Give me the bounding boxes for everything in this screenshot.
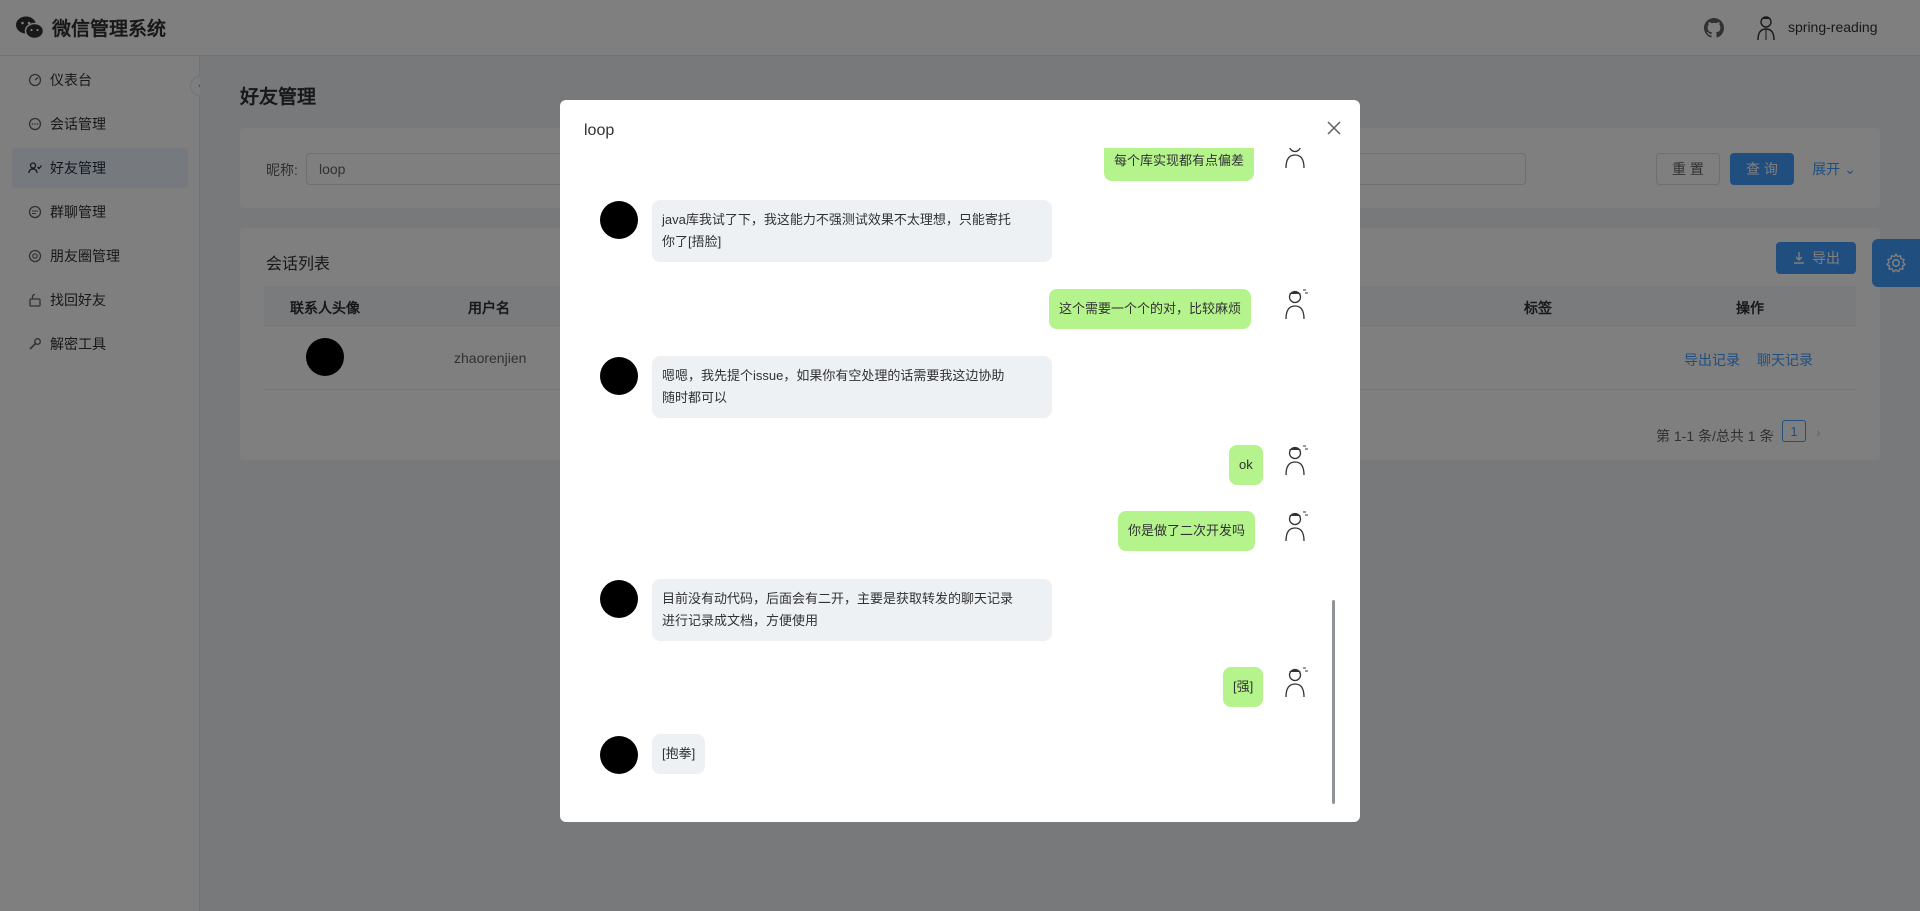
- contact-avatar: [600, 580, 638, 618]
- chat-dialog: loop 每个库实现都有点偏差 java库我试了下，我这能力不强测试效果不太理想…: [560, 100, 1360, 822]
- message-line: java库我试了下，我这能力不强测试效果不太理想，只能寄托: [662, 212, 1011, 227]
- contact-avatar: [600, 201, 638, 239]
- message-line: 随时都可以: [662, 390, 728, 405]
- contact-avatar: [600, 736, 638, 774]
- close-icon[interactable]: [1324, 118, 1344, 138]
- message-bubble-self: 你是做了二次开发吗: [1118, 511, 1256, 551]
- message-line: 进行记录成文档，方便使用: [662, 613, 819, 628]
- message-bubble-contact: 嗯嗯，我先提个issue，如果你有空处理的话需要我这边协助 随时都可以: [652, 356, 1052, 418]
- message-bubble-self: [强]: [1223, 667, 1264, 707]
- chat-history[interactable]: 每个库实现都有点偏差 java库我试了下，我这能力不强测试效果不太理想，只能寄托…: [560, 148, 1360, 808]
- self-avatar: [1285, 445, 1308, 476]
- self-avatar: [1285, 511, 1308, 542]
- chat-scrollbar[interactable]: [1332, 600, 1335, 804]
- contact-avatar: [600, 357, 638, 395]
- self-avatar: [1285, 148, 1305, 169]
- message-bubble-contact: [抱拳]: [652, 734, 706, 774]
- message-bubble-contact: java库我试了下，我这能力不强测试效果不太理想，只能寄托 你了[捂脸]: [652, 200, 1052, 262]
- message-line: [抱拳]: [662, 746, 696, 761]
- message-bubble-self: ok: [1229, 445, 1263, 485]
- dialog-title: loop: [584, 122, 615, 139]
- message-bubble-self: 这个需要一个个的对，比较麻烦: [1049, 289, 1252, 329]
- message-line: 嗯嗯，我先提个issue，如果你有空处理的话需要我这边协助: [662, 368, 1005, 383]
- message-line: 你了[捂脸]: [662, 234, 722, 249]
- self-avatar: [1285, 667, 1308, 698]
- message-bubble-contact: 目前没有动代码，后面会有二开，主要是获取转发的聊天记录 进行记录成文档，方便使用: [652, 579, 1052, 641]
- message-bubble-self: 每个库实现都有点偏差: [1104, 148, 1255, 181]
- self-avatar: [1285, 289, 1308, 320]
- message-line: 目前没有动代码，后面会有二开，主要是获取转发的聊天记录: [662, 591, 1014, 606]
